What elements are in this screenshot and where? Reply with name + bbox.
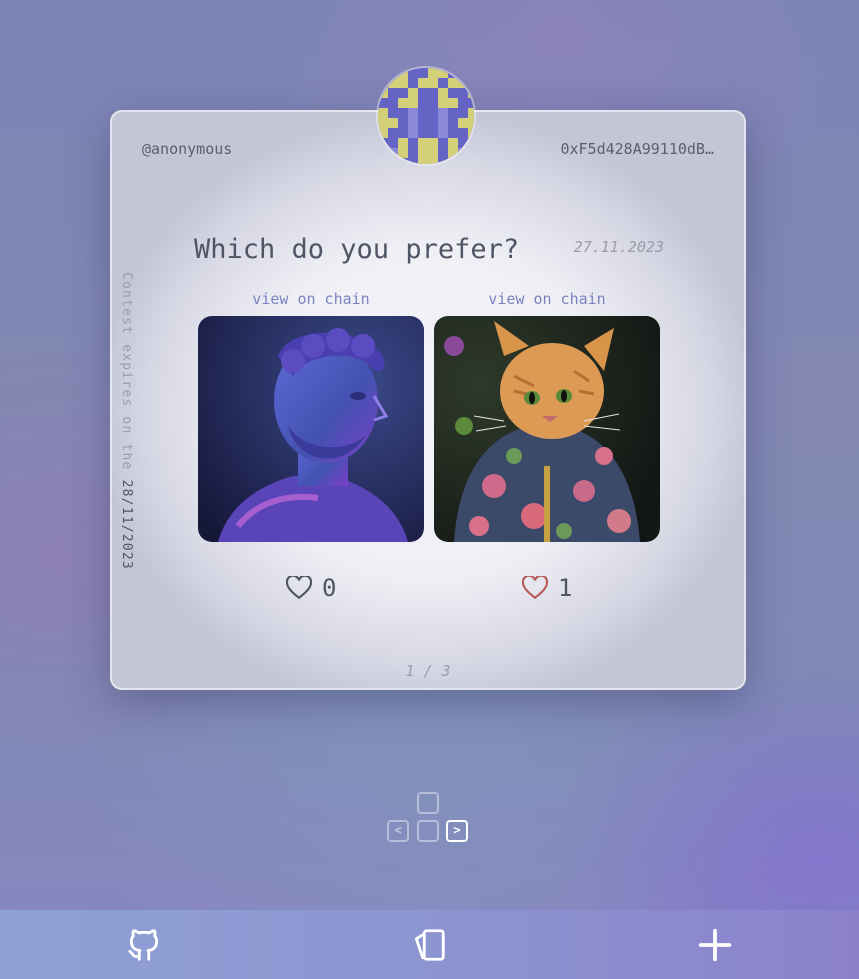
contest-expiry: Contest expires on the 28/11/2023 (116, 272, 136, 570)
right-key[interactable]: > (446, 820, 468, 842)
wallet-address[interactable]: 0xF5d428A99110dB… (560, 140, 714, 158)
contest-card: @anonymous 0xF5d428A99110dB… Which do yo… (110, 110, 746, 690)
avatar[interactable] (376, 66, 476, 166)
keyboard-navigation-hint: < > (387, 790, 471, 846)
username[interactable]: @anonymous (142, 140, 232, 158)
like-button-b[interactable]: 1 (522, 574, 572, 602)
github-icon[interactable] (125, 926, 163, 964)
expiry-prefix: Contest expires on the (119, 272, 134, 480)
statue-bust-image[interactable] (198, 316, 424, 542)
heart-icon (286, 576, 312, 600)
bottom-navigation-bar (0, 910, 859, 979)
up-key (417, 792, 439, 814)
like-button-a[interactable]: 0 (286, 574, 336, 602)
expiry-date: 28/11/2023 (119, 479, 134, 570)
option-b: view on chain (434, 290, 660, 542)
like-count-a: 0 (322, 574, 337, 602)
view-on-chain-link-a[interactable]: view on chain (198, 290, 424, 308)
like-count-b: 1 (558, 574, 573, 602)
down-key (417, 820, 439, 842)
plus-icon[interactable] (696, 926, 734, 964)
view-on-chain-link-b[interactable]: view on chain (434, 290, 660, 308)
heart-icon (522, 576, 548, 600)
option-a: view on chain (198, 290, 424, 542)
left-key[interactable]: < (387, 820, 409, 842)
pagination: 1 / 3 (405, 662, 451, 680)
post-date: 27.11.2023 (573, 238, 664, 256)
question-title: Which do you prefer? (194, 234, 520, 265)
cat-in-hoodie-image[interactable] (434, 316, 660, 542)
cards-icon[interactable] (410, 926, 448, 964)
